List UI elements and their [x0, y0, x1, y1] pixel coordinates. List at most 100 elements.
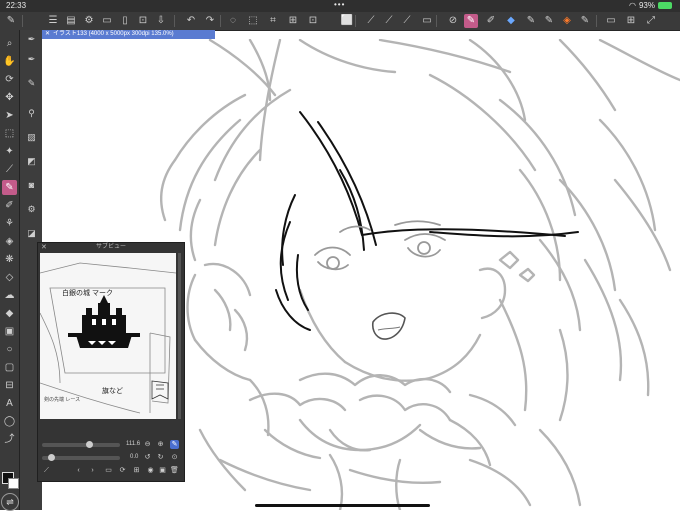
sub-tool-pen2-icon[interactable]: ✒: [24, 52, 39, 66]
sub-tool-stamp-icon[interactable]: ◙: [24, 178, 39, 192]
zoom-slider-knob[interactable]: [86, 441, 93, 448]
undo-icon[interactable]: ↶: [184, 14, 198, 28]
sketch-note-2: 旗など: [102, 386, 123, 395]
rotate-left-icon[interactable]: ↺: [143, 453, 152, 462]
settings-gear-icon[interactable]: ✎: [578, 14, 592, 28]
sub-view-scrollbar[interactable]: [178, 253, 181, 419]
color-icon[interactable]: ◆: [504, 14, 518, 28]
image-icon[interactable]: ▣: [158, 466, 167, 475]
pencil-tool-icon[interactable]: ✐: [2, 198, 17, 213]
sub-tool-pen-icon[interactable]: ✒: [24, 32, 39, 46]
magic-wand-icon[interactable]: ✦: [2, 144, 17, 159]
layers-icon[interactable]: ▤: [64, 14, 78, 28]
home-indicator[interactable]: [255, 504, 430, 507]
prev-image-icon[interactable]: ‹: [74, 466, 83, 475]
battery-icon: [658, 2, 672, 9]
delete-icon[interactable]: 🗑: [170, 466, 179, 475]
sub-view-image[interactable]: 白銀の城 マーク 旗など 剣の先端 レース: [40, 253, 176, 419]
next-image-icon[interactable]: ›: [88, 466, 97, 475]
new-file-icon[interactable]: ▭: [100, 14, 114, 28]
fit-icon[interactable]: ⊞: [132, 466, 141, 475]
rotate-slider-knob[interactable]: [48, 454, 55, 461]
layer-property-icon[interactable]: ▭: [420, 14, 434, 28]
pen-tool-icon[interactable]: ✎: [2, 180, 17, 195]
zoom-icon[interactable]: ⌕: [2, 36, 17, 51]
gradient-icon[interactable]: ▣: [2, 324, 17, 339]
sub-tool-eraser-icon[interactable]: ◩: [24, 154, 39, 168]
rotate-view-icon[interactable]: ⟳: [2, 72, 17, 87]
redo-icon[interactable]: ↷: [203, 14, 217, 28]
divider: [174, 15, 175, 27]
fit-screen-icon[interactable]: ⊞: [286, 14, 300, 28]
brush-tool-icon[interactable]: ⚘: [2, 216, 17, 231]
zoom-in-icon[interactable]: ⊕: [156, 440, 165, 449]
wifi-icon: ◠: [629, 1, 636, 10]
canvas-tab[interactable]: ✕ イラスト133 (4000 x 5000px 300dpi 135.0%): [42, 30, 215, 39]
zoom-out-icon[interactable]: ⊖: [143, 440, 152, 449]
divider: [436, 15, 437, 27]
clear-selection-icon[interactable]: ⬜: [340, 14, 354, 28]
expand-icon[interactable]: ⤢: [644, 14, 658, 28]
eraser-icon[interactable]: ✎: [542, 14, 556, 28]
fill-icon[interactable]: ⟋: [364, 14, 378, 28]
color-toggle-icon[interactable]: ⇌: [1, 493, 19, 511]
fill-color-icon[interactable]: ◈: [560, 14, 574, 28]
move-icon[interactable]: ✥: [2, 90, 17, 105]
menu-icon[interactable]: ☰: [46, 14, 60, 28]
airbrush-tool-icon[interactable]: ◈: [2, 234, 17, 249]
blend-icon[interactable]: ☁: [2, 288, 17, 303]
eyedropper-tool-icon[interactable]: ⟋: [2, 162, 17, 177]
sub-tool-brush-icon[interactable]: ⚲: [24, 106, 39, 120]
sketch-note-3: 剣の先端 レース: [44, 396, 80, 403]
open-folder-icon[interactable]: ⊡: [136, 14, 150, 28]
settings-icon[interactable]: ⚙: [82, 14, 96, 28]
figure-icon[interactable]: ○: [2, 342, 17, 357]
sub-tool-layer-icon[interactable]: ◪: [24, 226, 39, 240]
save-icon[interactable]: ⇩: [154, 14, 168, 28]
select-icon[interactable]: ➤: [2, 108, 17, 123]
open-icon[interactable]: ▯: [118, 14, 132, 28]
zoom-slider[interactable]: [42, 443, 120, 447]
ruler-tool-icon[interactable]: ⊟: [2, 378, 17, 393]
eraser-tool-icon[interactable]: ◇: [2, 270, 17, 285]
eyedropper-small-icon[interactable]: ⟋: [42, 466, 51, 475]
eyedropper-icon[interactable]: ⟋: [382, 14, 396, 28]
sub-tool-color-icon[interactable]: ▨: [24, 130, 39, 144]
display-icon[interactable]: ▭: [604, 14, 618, 28]
pencil-icon[interactable]: ✐: [484, 14, 498, 28]
multitask-dots[interactable]: •••: [334, 0, 345, 9]
camera-icon[interactable]: ◉: [146, 466, 155, 475]
frame-icon[interactable]: ▢: [2, 360, 17, 375]
crop-icon[interactable]: ⌗: [266, 14, 280, 28]
sub-tool-marker-icon[interactable]: ✎: [24, 76, 39, 90]
fill-tool-icon[interactable]: ◆: [2, 306, 17, 321]
refresh-icon[interactable]: ⟳: [118, 466, 127, 475]
sub-color-swatch[interactable]: [8, 478, 19, 489]
rotate-icon[interactable]: ⊡: [306, 14, 320, 28]
grid-icon[interactable]: ⊞: [624, 14, 638, 28]
pick-color-icon[interactable]: ✎: [170, 440, 179, 449]
hand-icon[interactable]: ✋: [2, 54, 17, 69]
rotate-right-icon[interactable]: ↻: [156, 453, 165, 462]
reset-rotation-icon[interactable]: ⊙: [170, 453, 179, 462]
decoration-icon[interactable]: ❋: [2, 252, 17, 267]
pen-tool-active-icon[interactable]: ✎: [464, 14, 478, 28]
pen-pressure-icon[interactable]: ⊘: [446, 14, 460, 28]
status-bar: 22:33 ••• ◠ 93%: [0, 0, 680, 12]
divider: [355, 15, 356, 27]
pen-icon[interactable]: ✎: [4, 14, 18, 28]
airbrush-icon[interactable]: ✎: [524, 14, 538, 28]
selection-icon[interactable]: ◌: [226, 14, 240, 28]
text-icon[interactable]: A: [2, 396, 17, 411]
correction-icon[interactable]: ⤴: [2, 432, 17, 447]
status-right: ◠ 93%: [629, 1, 672, 10]
transform-icon[interactable]: ⬚: [246, 14, 260, 28]
brush-icon[interactable]: ⟋: [400, 14, 414, 28]
balloon-icon[interactable]: ◯: [2, 414, 17, 429]
lasso-icon[interactable]: ⬚: [2, 126, 17, 141]
sub-tool-settings-icon[interactable]: ⚙: [24, 202, 39, 216]
import-icon[interactable]: ▭: [104, 466, 113, 475]
status-time: 22:33: [6, 1, 27, 10]
close-tab-icon[interactable]: ✕: [45, 31, 50, 37]
zoom-value: 111.6: [126, 441, 141, 447]
